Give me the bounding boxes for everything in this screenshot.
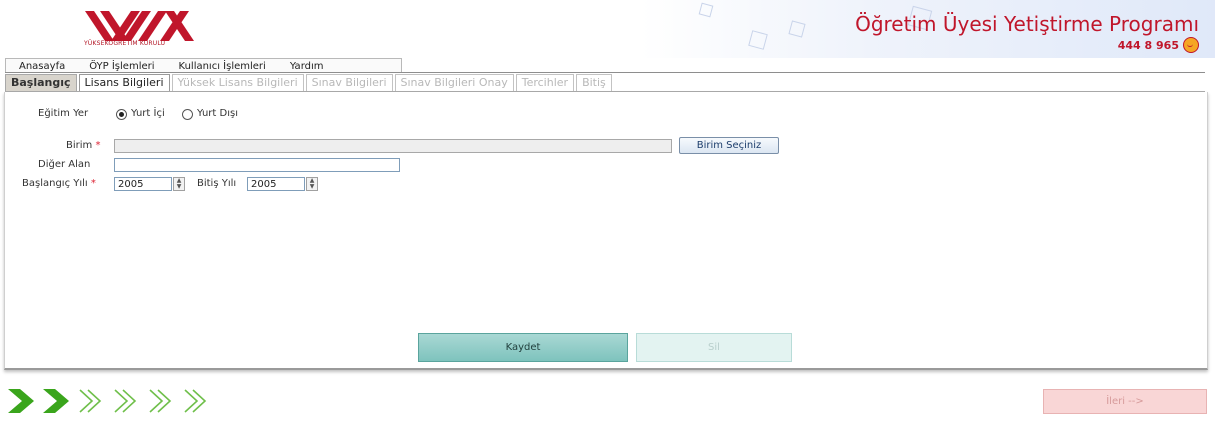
spin-down-icon[interactable]: ▼ xyxy=(174,184,184,190)
diger-alan-label: Diğer Alan xyxy=(38,159,91,170)
birim-select-button[interactable]: Birim Seçiniz xyxy=(679,137,779,154)
step-pending-icon xyxy=(114,389,137,413)
bitis-yili-label: Bitiş Yılı xyxy=(197,178,237,189)
tab-sinav-bilgileri: Sınav Bilgileri xyxy=(305,74,393,92)
form-panel xyxy=(4,92,1208,370)
tab-yuksek-lisans-bilgileri: Yüksek Lisans Bilgileri xyxy=(171,74,304,92)
tab-tercihler: Tercihler xyxy=(515,74,575,92)
phone-number: 444 8 965 xyxy=(1118,37,1199,53)
phone-text: 444 8 965 xyxy=(1117,38,1179,52)
step-completed-icon xyxy=(43,389,69,413)
wizard-tabs: Başlangıç Lisans Bilgileri Yüksek Lisans… xyxy=(5,74,614,92)
delete-button: Sil xyxy=(636,333,792,362)
bitis-yili-spinner[interactable]: ▲ ▼ xyxy=(306,177,318,191)
menu-item-yardim[interactable]: Yardım xyxy=(277,61,335,72)
header: YÜKSEKÖĞRETİM KURULU Öğretim Üyesi Yetiş… xyxy=(0,0,1215,58)
step-pending-icon xyxy=(149,389,172,413)
logo-caption: YÜKSEKÖĞRETİM KURULU xyxy=(84,40,166,47)
menu-bar: Anasayfa ÖYP İşlemleri Kullanıcı İşlemle… xyxy=(5,58,402,73)
baslangic-yili-label-text: Başlangıç Yılı xyxy=(22,178,88,189)
menu-divider xyxy=(5,72,1205,73)
radio-yurt-ici-label: Yurt İçi xyxy=(131,108,165,119)
next-button: İleri --> xyxy=(1043,389,1207,414)
egitim-yer-label: Eğitim Yer xyxy=(38,108,89,119)
baslangic-yili-input[interactable]: 2005 xyxy=(114,177,172,191)
save-button[interactable]: Kaydet xyxy=(418,333,628,362)
birim-label-text: Birim xyxy=(66,140,93,151)
radio-yurt-ici[interactable] xyxy=(116,109,127,120)
radio-yurt-disi-label: Yurt Dışı xyxy=(197,108,238,119)
diger-alan-input[interactable] xyxy=(114,158,400,172)
birim-input[interactable] xyxy=(114,139,672,153)
step-pending-icon xyxy=(79,389,102,413)
tab-lisans-bilgileri[interactable]: Lisans Bilgileri xyxy=(78,74,170,92)
birim-required-mark: * xyxy=(95,140,101,151)
birim-label: Birim * xyxy=(66,140,100,151)
baslangic-yili-required-mark: * xyxy=(90,178,96,189)
smiley-phone-icon xyxy=(1183,37,1199,53)
menu-item-oyp-islemleri[interactable]: ÖYP İşlemleri xyxy=(76,61,165,72)
radio-yurt-disi[interactable] xyxy=(182,109,193,120)
menu-item-anasayfa[interactable]: Anasayfa xyxy=(6,61,76,72)
bitis-yili-input[interactable]: 2005 xyxy=(247,177,305,191)
baslangic-yili-label: Başlangıç Yılı * xyxy=(22,178,96,189)
menu-item-kullanici-islemleri[interactable]: Kullanıcı İşlemleri xyxy=(166,61,277,72)
step-pending-icon xyxy=(184,389,207,413)
tab-bitis: Bitiş xyxy=(576,74,612,92)
spin-down-icon[interactable]: ▼ xyxy=(307,184,317,190)
tab-baslangic[interactable]: Başlangıç xyxy=(5,74,77,92)
progress-steps xyxy=(6,386,213,416)
baslangic-yili-spinner[interactable]: ▲ ▼ xyxy=(173,177,185,191)
step-completed-icon xyxy=(8,389,34,413)
tab-sinav-bilgileri-onay: Sınav Bilgileri Onay xyxy=(394,74,514,92)
app-title: Öğretim Üyesi Yetiştirme Programı xyxy=(855,12,1199,36)
